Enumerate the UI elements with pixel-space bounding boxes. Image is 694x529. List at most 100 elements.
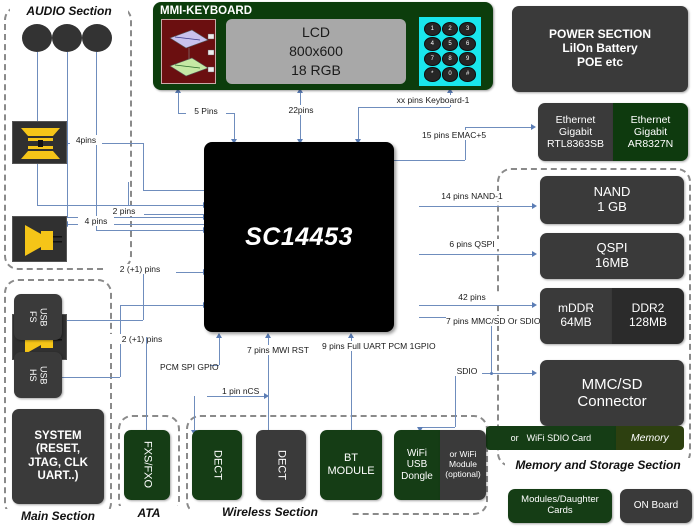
dect-2-label: DECT: [275, 450, 288, 480]
label-qspi-line2: QSPI: [474, 239, 495, 249]
mddr-line2: 64MB: [560, 315, 592, 329]
label-uart: 9 pins Full UART PCM 1GPIO: [322, 341, 436, 352]
label-kbd-line2: Keyboard-1: [425, 95, 470, 105]
sdio-card-strip: or WiFi SDIO Card Memory: [486, 426, 684, 450]
line-22pins: [300, 92, 301, 139]
keypad-key[interactable]: 7: [424, 52, 441, 67]
memory-card-block: Memory: [615, 426, 684, 450]
mmc-line1: MMC/SD: [581, 375, 643, 393]
sc14453-chip: SC14453: [204, 142, 394, 332]
qspi-line1: QSPI: [596, 240, 628, 256]
fxs-fxo-block: FXS/FXO: [124, 430, 170, 500]
usb-fs-line2: FS: [28, 311, 38, 323]
label-mmc-line3: Or SDIO: [507, 316, 541, 326]
label-nand: 14 pins NAND-1: [441, 191, 503, 202]
keypad-key[interactable]: 1: [424, 21, 441, 36]
wifi-block-group: WiFi USB Dongle or WiFi Module (optional…: [394, 430, 486, 500]
label-emac-line1: 15 pins: [422, 130, 450, 140]
label-mwi-line2: MWI: [272, 345, 290, 355]
label-mmc: 7 pins MMC/SD Or SDIO: [446, 316, 541, 327]
label-emac: 15 pins EMAC+5: [422, 130, 486, 141]
wireless-section-label: Wireless Section: [190, 505, 350, 519]
label-qspi: 6 pins QSPI: [441, 239, 503, 250]
nand-line1: NAND: [593, 184, 631, 200]
label-ddr: 42 pins: [441, 292, 503, 303]
arrow-mwi-up: [265, 333, 271, 338]
label-uart-line4: 1GPIO: [409, 341, 436, 351]
label-22pins: 22pins: [281, 105, 321, 116]
keypad-key[interactable]: 4: [424, 36, 441, 51]
label-pcm: PCM SPI GPIO: [160, 362, 219, 373]
label-pcm-line1: PCM: [160, 362, 179, 372]
audio-section-label: AUDIO Section: [10, 4, 128, 18]
line-fxs: [146, 337, 147, 430]
label-mwi-line3: RST: [291, 345, 309, 355]
label-qspi-line1: 6 pins: [449, 239, 472, 249]
mmi-keyboard-title: MMI-KEYBOARD: [160, 5, 252, 17]
ddr2-line2: 128MB: [628, 315, 668, 329]
line-audio-4pins-a-v: [143, 143, 144, 190]
keypad-key[interactable]: 0: [441, 67, 459, 82]
arrow-sdio: [532, 370, 537, 376]
line-nand: [419, 206, 533, 207]
label-5pins: 5 Pins: [186, 106, 226, 117]
keypad-grid: 1 2 3 4 5 6 7 8 9 * 0 #: [424, 21, 476, 82]
keypad-key[interactable]: 9: [459, 52, 476, 67]
microphone-2: [52, 24, 82, 52]
label-pcm-line2: SPI: [181, 362, 195, 372]
dect-block-1: DECT: [192, 430, 242, 500]
qspi-block: QSPI 16MB: [540, 233, 684, 279]
keypad-key[interactable]: 3: [459, 21, 476, 36]
label-ncs: 1 pin nCS: [222, 386, 259, 397]
bt-module-block: BT MODULE: [320, 430, 382, 500]
ata-section-label: ATA: [118, 506, 180, 520]
main-section-label: Main Section: [4, 509, 112, 523]
eth-right-line3: AR8327N: [627, 138, 674, 151]
ethernet-rtl8363sb: Ethernet Gigabit RTL8363SB: [538, 103, 613, 161]
eth-left-line3: RTL8363SB: [546, 138, 604, 151]
touchpad-graphic: [161, 19, 216, 84]
label-audio-2pins: 2 pins: [104, 206, 144, 217]
system-block: SYSTEM (RESET, JTAG, CLK UART..): [12, 409, 104, 504]
arrow-pcm: [216, 333, 222, 338]
line-mic3-h: [96, 230, 204, 231]
ethernet-block-group: Ethernet Gigabit RTL8363SB Ethernet Giga…: [538, 103, 688, 161]
wifi-usb-line3: Dongle: [401, 470, 433, 482]
keypad-key[interactable]: #: [459, 67, 476, 82]
label-nand-line2: NAND-1: [471, 191, 503, 201]
label-audio-4pins-a: 4pins: [70, 135, 102, 146]
ddr-block-group: mDDR 64MB DDR2 128MB: [540, 288, 684, 344]
label-kbd-line1: xx pins: [396, 95, 424, 105]
handset-icon: [12, 121, 67, 164]
power-line1: POWER SECTION: [548, 27, 651, 42]
bt-line2: MODULE: [327, 465, 375, 477]
keypad[interactable]: 1 2 3 4 5 6 7 8 9 * 0 #: [419, 17, 481, 86]
keypad-key[interactable]: *: [424, 67, 441, 82]
memory-storage-label: Memory and Storage Section: [505, 458, 691, 472]
keypad-key[interactable]: 2: [441, 21, 459, 36]
memory-card-label: Memory: [630, 431, 669, 444]
mmi-keyboard-panel: MMI-KEYBOARD LCD 800x600 18 RGB 1 2 3 4 …: [153, 2, 493, 90]
label-uart-line2: Full UART: [347, 341, 386, 351]
line-emac-top: [465, 127, 532, 128]
line-sdio-h2: [420, 427, 455, 428]
power-line3: POE etc: [576, 54, 623, 69]
power-section-block: POWER SECTION LilOn Battery POE etc: [512, 6, 688, 92]
arrow-uart-up: [348, 333, 354, 338]
line-qspi: [419, 254, 533, 255]
keypad-key[interactable]: 5: [441, 36, 459, 51]
line-ddr: [419, 305, 533, 306]
keypad-key[interactable]: 8: [441, 52, 459, 67]
mddr-line1: mDDR: [558, 301, 594, 316]
eth-left-line2: Gigabit: [558, 125, 593, 138]
keypad-key[interactable]: 6: [459, 36, 476, 51]
label-usb-fs: 2 (+1) pins: [104, 264, 176, 275]
system-line3: JTAG, CLK: [28, 456, 88, 469]
microphone-3: [82, 24, 112, 52]
line-usb-hs: [120, 305, 204, 306]
line-usb-fs-v: [143, 272, 144, 320]
wifi-module-optional-block: or WiFi Module (optional): [440, 430, 486, 500]
arrow-nand: [532, 203, 537, 209]
system-line2: (RESET,: [35, 443, 81, 456]
qspi-line2: 16MB: [595, 255, 629, 270]
